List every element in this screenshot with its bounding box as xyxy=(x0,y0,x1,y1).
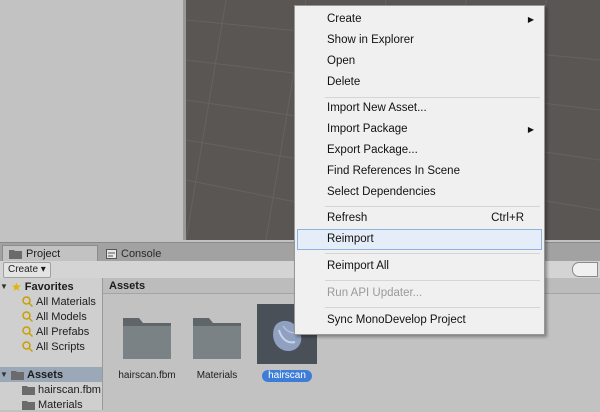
asset-label: Materials xyxy=(196,370,238,381)
menu-item-label: Run API Updater... xyxy=(327,287,423,299)
folder-icon xyxy=(22,400,35,410)
menu-item-reimport[interactable]: Reimport xyxy=(297,229,542,250)
tab-console-label: Console xyxy=(121,247,162,260)
search-icon xyxy=(22,296,33,307)
expand-arrow-icon[interactable]: ▼ xyxy=(0,370,8,379)
console-icon xyxy=(106,248,117,259)
submenu-arrow-icon: ▶ xyxy=(527,15,534,24)
context-menu: Create ▶ Show in Explorer Open Delete Im… xyxy=(294,5,545,335)
menu-item-label: Reimport All xyxy=(327,260,389,272)
menu-item-show-in-explorer[interactable]: Show in Explorer xyxy=(297,30,542,51)
asset-item-materials[interactable]: Materials xyxy=(183,308,251,382)
create-button[interactable]: Create ▾ xyxy=(3,262,51,278)
menu-separator xyxy=(325,280,540,281)
menu-item-label: Import New Asset... xyxy=(327,102,427,114)
menu-item-delete[interactable]: Delete xyxy=(297,72,542,93)
menu-item-label: Find References In Scene xyxy=(327,165,460,177)
menu-item-label: Refresh xyxy=(327,212,368,224)
tree-item-label: All Scripts xyxy=(36,340,85,353)
tree-item-label: Materials xyxy=(38,398,83,411)
hierarchy-panel xyxy=(0,0,183,240)
project-tree: ▼ ★ Favorites All Materials All Models A… xyxy=(0,278,103,411)
asset-label: hairscan xyxy=(262,370,312,382)
menu-item-sync-monodevelop[interactable]: Sync MonoDevelop Project xyxy=(297,310,542,331)
menu-item-label: Select Dependencies xyxy=(327,186,436,198)
menu-separator xyxy=(325,307,540,308)
menu-item-import-package[interactable]: Import Package ▶ xyxy=(297,119,542,140)
menu-item-run-api-updater: Run API Updater... xyxy=(297,283,542,304)
folder-icon xyxy=(189,308,245,364)
menu-item-select-dependencies[interactable]: Select Dependencies xyxy=(297,182,542,203)
menu-separator xyxy=(325,253,540,254)
folder-icon xyxy=(9,250,22,259)
asset-item-hairscan-fbm[interactable]: hairscan.fbm xyxy=(113,308,181,382)
tree-item-label: hairscan.fbm xyxy=(38,383,101,396)
submenu-arrow-icon: ▶ xyxy=(527,125,534,134)
menu-item-label: Reimport xyxy=(327,233,374,245)
folder-icon xyxy=(11,370,24,380)
tab-project-label: Project xyxy=(26,248,61,260)
search-icon xyxy=(22,341,33,352)
menu-item-label: Delete xyxy=(327,76,361,88)
menu-item-label: Create xyxy=(327,13,362,25)
folder-icon xyxy=(119,308,175,364)
tab-project[interactable]: Project xyxy=(2,245,98,262)
menu-item-label: Open xyxy=(327,55,356,67)
menu-item-refresh[interactable]: Refresh Ctrl+R xyxy=(297,208,542,229)
menu-separator xyxy=(325,206,540,207)
tree-item-label: All Prefabs xyxy=(36,325,90,338)
menu-item-create[interactable]: Create ▶ xyxy=(297,9,542,30)
search-input[interactable] xyxy=(572,262,598,277)
tab-console[interactable]: Console xyxy=(100,245,167,262)
tree-item-label: All Materials xyxy=(36,295,96,308)
asset-label: hairscan.fbm xyxy=(118,370,176,381)
menu-item-open[interactable]: Open xyxy=(297,51,542,72)
menu-item-label: Import Package xyxy=(327,123,408,135)
tree-favorites-label: Favorites xyxy=(24,280,74,293)
folder-icon xyxy=(22,385,35,395)
menu-item-export-package[interactable]: Export Package... xyxy=(297,140,542,161)
tree-assets[interactable]: ▼ Assets xyxy=(0,367,102,382)
menu-item-find-references[interactable]: Find References In Scene xyxy=(297,161,542,182)
menu-item-import-new-asset[interactable]: Import New Asset... xyxy=(297,98,542,119)
menu-item-label: Sync MonoDevelop Project xyxy=(327,314,466,326)
search-icon xyxy=(22,311,33,322)
menu-item-label: Show in Explorer xyxy=(327,34,414,46)
tree-favorites[interactable]: ▼ ★ Favorites xyxy=(0,279,102,294)
search-icon xyxy=(22,326,33,337)
star-icon: ★ xyxy=(11,279,22,294)
expand-arrow-icon[interactable]: ▼ xyxy=(0,282,8,291)
tree-item-label: All Models xyxy=(36,310,87,323)
shortcut-label: Ctrl+R xyxy=(491,212,524,224)
menu-item-reimport-all[interactable]: Reimport All xyxy=(297,256,542,277)
menu-item-label: Export Package... xyxy=(327,144,418,156)
tree-assets-label: Assets xyxy=(27,368,64,381)
